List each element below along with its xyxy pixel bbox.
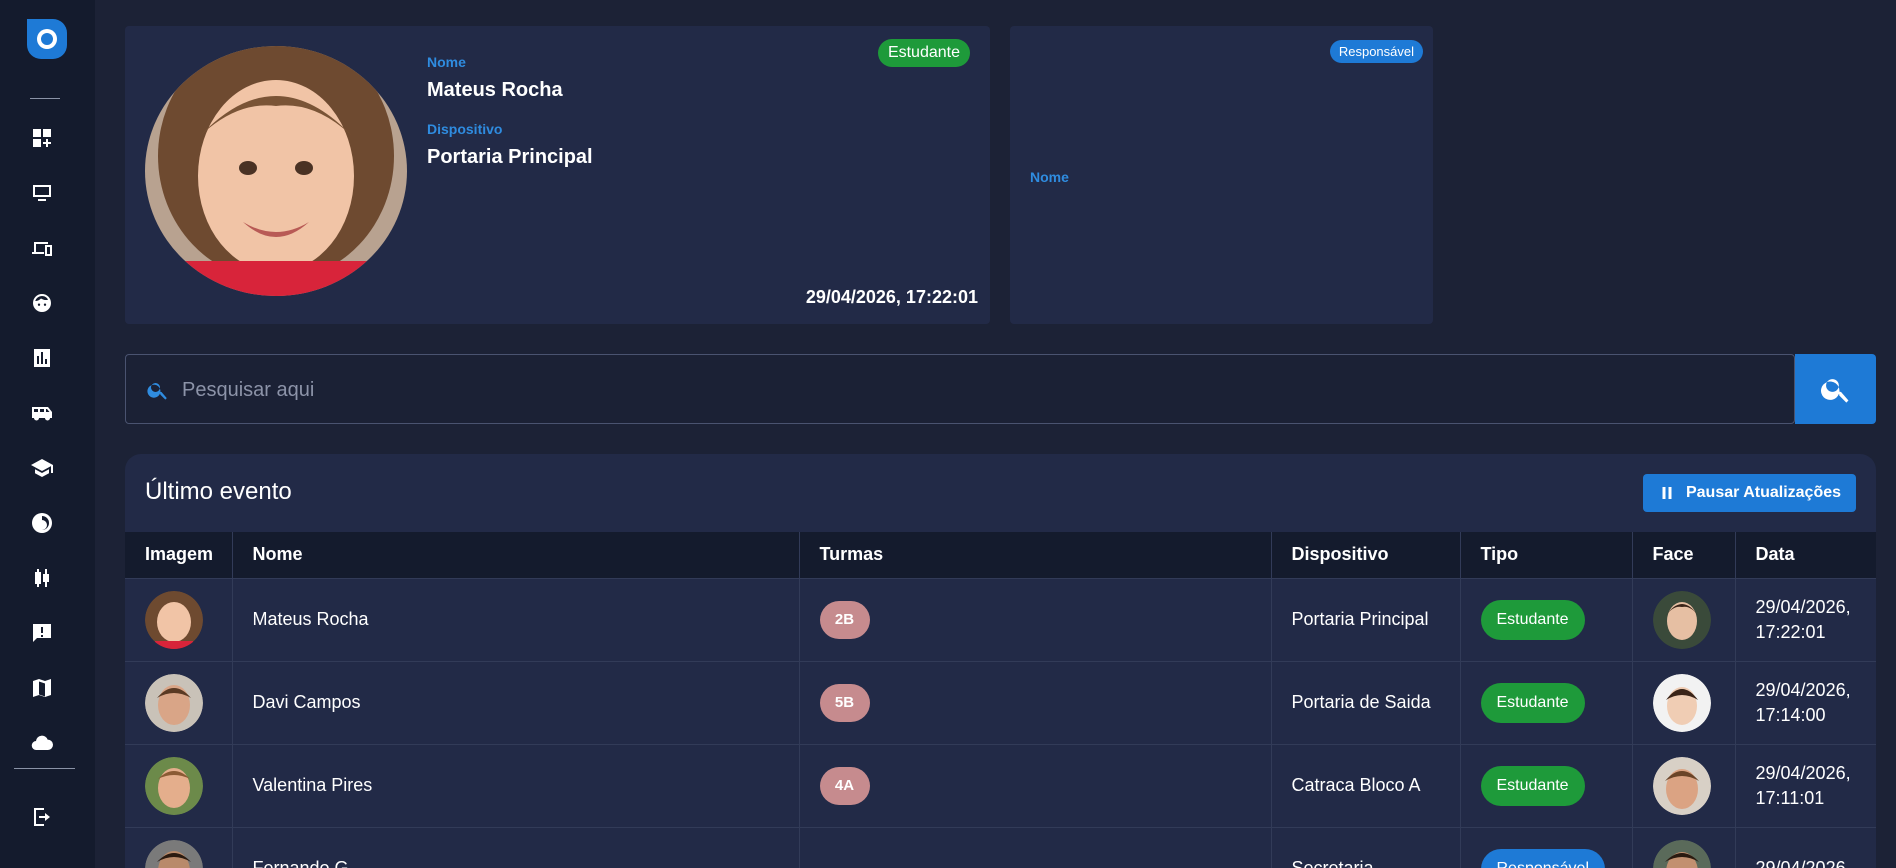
column-header[interactable]: Nome <box>232 532 800 579</box>
bar-chart-icon <box>34 349 50 367</box>
table-row[interactable]: Davi Campos 5B Portaria de Saida Estudan… <box>125 661 1876 745</box>
search-icon <box>1820 379 1848 403</box>
events-table: Imagem Nome Turmas Dispositivo Tipo Face… <box>125 532 1876 868</box>
row-time: 17:14:00 <box>1755 704 1826 725</box>
tipo-badge: Estudante <box>1480 599 1585 640</box>
monitor-icon <box>33 185 51 201</box>
row-time: 17:22:01 <box>1755 621 1826 642</box>
search-input[interactable] <box>182 370 1762 410</box>
table-row[interactable]: Mateus Rocha 2B Portaria Principal Estud… <box>125 578 1876 662</box>
column-header[interactable]: Tipo <box>1460 532 1633 579</box>
person-name: Mateus Rocha <box>427 79 563 101</box>
column-header[interactable]: Face <box>1632 532 1736 579</box>
events-title: Último evento <box>145 478 292 505</box>
devices-icon <box>32 242 52 256</box>
row-device: Secretaria <box>1271 827 1461 868</box>
pause-updates-label: Pausar Atualizações <box>1685 484 1842 501</box>
face-capture <box>1652 673 1711 732</box>
logout-icon <box>34 808 50 826</box>
device-label: Dispositivo <box>427 121 503 137</box>
row-name: Fernando G... <box>232 827 800 868</box>
name-label: Nome <box>427 54 466 70</box>
app-logo[interactable] <box>27 19 67 59</box>
turma-chip: 5B <box>819 683 870 722</box>
face-capture <box>1652 590 1711 649</box>
pause-icon <box>1662 487 1672 499</box>
search-icon <box>147 383 167 400</box>
column-header[interactable]: Data <box>1735 532 1876 579</box>
row-date: 29/04/2026, <box>1755 762 1851 783</box>
status-badge: Estudante <box>877 39 970 67</box>
candlestick-icon <box>35 569 49 587</box>
search-bar <box>125 354 1795 424</box>
sidebar-item-devices[interactable] <box>28 234 56 262</box>
face-capture <box>1652 839 1711 868</box>
row-date: 29/04/2026, <box>1755 596 1851 617</box>
sidebar-divider <box>30 98 60 99</box>
column-header[interactable]: Turmas <box>799 532 1272 579</box>
bus-icon <box>32 407 52 421</box>
face-icon <box>32 294 51 312</box>
turma-chip: 2B <box>819 600 870 639</box>
row-device: Portaria de Saida <box>1271 661 1461 745</box>
school-icon <box>31 459 53 477</box>
logout-button[interactable] <box>28 803 56 831</box>
row-date: 29/04/2026, <box>1755 679 1851 700</box>
guardian-name-label: Nome <box>1030 169 1069 185</box>
sidebar-item-dashboard[interactable] <box>28 124 56 152</box>
search-button[interactable] <box>1795 354 1876 424</box>
sidebar-item-monitor[interactable] <box>28 179 56 207</box>
tipo-badge: Estudante <box>1480 682 1585 723</box>
event-timestamp: 29/04/2026, 17:22:01 <box>805 287 978 307</box>
person-photo <box>145 46 407 296</box>
row-date: 29/04/2026, <box>1755 858 1851 868</box>
row-device: Portaria Principal <box>1271 578 1461 662</box>
tipo-badge: Responsável <box>1480 848 1605 868</box>
device-name: Portaria Principal <box>427 146 593 168</box>
avatar <box>145 590 203 649</box>
feedback-icon <box>33 624 51 642</box>
table-row[interactable]: Valentina Pires 4A Catraca Bloco A Estud… <box>125 744 1876 828</box>
row-device: Catraca Bloco A <box>1271 744 1461 828</box>
column-header[interactable]: Imagem <box>125 532 233 579</box>
cloud-icon <box>31 735 54 751</box>
avatar <box>145 756 203 815</box>
pause-updates-button[interactable]: Pausar Atualizações <box>1643 474 1856 512</box>
guardian-card: Responsável Nome <box>1010 26 1433 324</box>
events-panel: Último evento Pausar Atualizações Imagem… <box>125 454 1876 868</box>
sidebar <box>0 0 95 868</box>
row-time: 17:11:01 <box>1755 787 1825 808</box>
sidebar-item-history[interactable] <box>28 509 56 537</box>
sidebar-divider <box>14 768 75 769</box>
sidebar-item-cloud[interactable] <box>28 729 56 757</box>
row-name: Mateus Rocha <box>232 578 800 662</box>
contrast-icon <box>32 513 52 533</box>
sidebar-item-analytics[interactable] <box>28 564 56 592</box>
sidebar-item-school[interactable] <box>28 454 56 482</box>
table-header: Imagem Nome Turmas Dispositivo Tipo Face… <box>125 532 1876 579</box>
map-icon <box>33 679 51 697</box>
sidebar-item-map[interactable] <box>28 674 56 702</box>
row-name: Valentina Pires <box>232 744 800 828</box>
row-name: Davi Campos <box>232 661 800 745</box>
avatar <box>145 673 203 732</box>
table-row[interactable]: Fernando G... Secretaria Responsável 29/… <box>125 827 1876 868</box>
sidebar-item-transport[interactable] <box>28 399 56 427</box>
sidebar-item-reports[interactable] <box>28 344 56 372</box>
face-capture <box>1652 756 1711 815</box>
guardian-badge: Responsável <box>1329 40 1423 63</box>
tipo-badge: Estudante <box>1480 765 1585 806</box>
column-header[interactable]: Dispositivo <box>1271 532 1461 579</box>
turma-chip: 4A <box>819 766 870 805</box>
avatar <box>145 839 203 868</box>
sidebar-item-alerts[interactable] <box>28 619 56 647</box>
person-card: Estudante Nome Mateus Rocha Dispositivo … <box>125 26 990 324</box>
dashboard-add-icon <box>33 129 51 147</box>
sidebar-item-faces[interactable] <box>28 289 56 317</box>
